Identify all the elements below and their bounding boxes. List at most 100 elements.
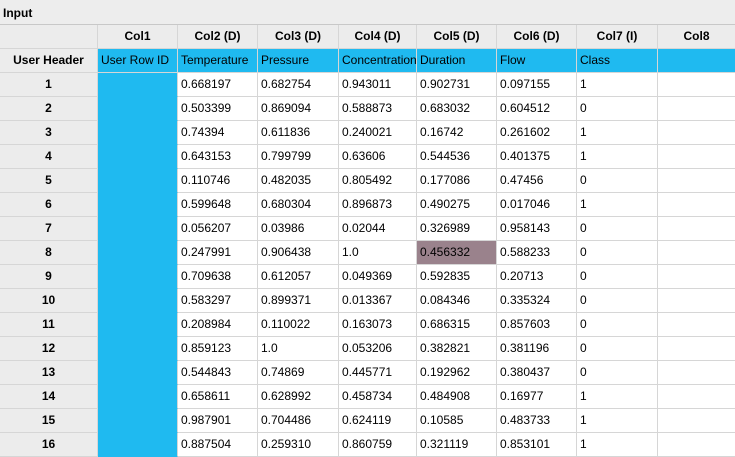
table-cell[interactable]: 0.612057 bbox=[258, 265, 339, 289]
table-cell[interactable]: 0.321119 bbox=[417, 433, 497, 457]
table-cell[interactable] bbox=[98, 265, 178, 289]
user-header-cell[interactable]: Flow bbox=[497, 49, 577, 73]
table-cell[interactable]: 0.110746 bbox=[178, 169, 258, 193]
table-cell[interactable] bbox=[658, 409, 735, 433]
table-cell[interactable]: 0.588233 bbox=[497, 241, 577, 265]
table-cell[interactable]: 0.63606 bbox=[339, 145, 417, 169]
table-cell[interactable]: 0.709638 bbox=[178, 265, 258, 289]
table-cell[interactable]: 0.208984 bbox=[178, 313, 258, 337]
table-cell[interactable]: 0.16977 bbox=[497, 385, 577, 409]
table-cell[interactable] bbox=[98, 409, 178, 433]
table-cell[interactable]: 0.240021 bbox=[339, 121, 417, 145]
row-header[interactable]: 10 bbox=[0, 289, 98, 313]
table-cell[interactable]: 0.192962 bbox=[417, 361, 497, 385]
row-header[interactable]: 7 bbox=[0, 217, 98, 241]
table-cell[interactable]: 1 bbox=[577, 145, 658, 169]
table-cell[interactable]: 0.503399 bbox=[178, 97, 258, 121]
user-header-cell[interactable]: Temperature bbox=[178, 49, 258, 73]
table-cell[interactable]: 0.599648 bbox=[178, 193, 258, 217]
table-cell[interactable] bbox=[658, 433, 735, 457]
table-cell[interactable]: 0.03986 bbox=[258, 217, 339, 241]
row-header[interactable]: 11 bbox=[0, 313, 98, 337]
table-cell[interactable]: 0.583297 bbox=[178, 289, 258, 313]
table-cell[interactable]: 1.0 bbox=[258, 337, 339, 361]
table-cell[interactable]: 0.799799 bbox=[258, 145, 339, 169]
table-cell[interactable] bbox=[658, 145, 735, 169]
user-header-cell[interactable]: User Row ID bbox=[98, 49, 178, 73]
table-cell[interactable] bbox=[658, 217, 735, 241]
row-header[interactable]: 5 bbox=[0, 169, 98, 193]
table-cell[interactable]: 1 bbox=[577, 121, 658, 145]
table-cell[interactable] bbox=[658, 289, 735, 313]
table-cell[interactable] bbox=[98, 145, 178, 169]
table-cell[interactable]: 0.381196 bbox=[497, 337, 577, 361]
table-cell[interactable]: 0.401375 bbox=[497, 145, 577, 169]
table-cell[interactable] bbox=[98, 121, 178, 145]
user-header-cell[interactable]: Class bbox=[577, 49, 658, 73]
table-cell[interactable]: 0.02044 bbox=[339, 217, 417, 241]
table-cell[interactable]: 0.382821 bbox=[417, 337, 497, 361]
table-cell[interactable]: 0.049369 bbox=[339, 265, 417, 289]
table-cell[interactable]: 0.482035 bbox=[258, 169, 339, 193]
table-cell[interactable]: 0.16742 bbox=[417, 121, 497, 145]
table-cell[interactable]: 0.013367 bbox=[339, 289, 417, 313]
table-cell[interactable]: 0.896873 bbox=[339, 193, 417, 217]
table-cell[interactable]: 0 bbox=[577, 289, 658, 313]
table-cell[interactable]: 0.860759 bbox=[339, 433, 417, 457]
table-cell[interactable]: 0.458734 bbox=[339, 385, 417, 409]
table-cell[interactable]: 0.483733 bbox=[497, 409, 577, 433]
table-cell[interactable]: 0.544536 bbox=[417, 145, 497, 169]
table-cell[interactable]: 0.643153 bbox=[178, 145, 258, 169]
row-header[interactable]: 2 bbox=[0, 97, 98, 121]
column-header-col8[interactable]: Col8 bbox=[658, 25, 735, 49]
selected-cell[interactable]: 0.456332 bbox=[417, 241, 497, 265]
table-cell[interactable]: 0.604512 bbox=[497, 97, 577, 121]
table-cell[interactable]: 0.805492 bbox=[339, 169, 417, 193]
row-header[interactable]: 4 bbox=[0, 145, 98, 169]
user-header-label[interactable]: User Header bbox=[0, 49, 98, 73]
table-cell[interactable]: 0 bbox=[577, 337, 658, 361]
table-cell[interactable]: 0 bbox=[577, 361, 658, 385]
table-cell[interactable] bbox=[98, 241, 178, 265]
table-cell[interactable]: 0.74394 bbox=[178, 121, 258, 145]
row-header[interactable]: 13 bbox=[0, 361, 98, 385]
row-header[interactable]: 12 bbox=[0, 337, 98, 361]
table-cell[interactable]: 1 bbox=[577, 433, 658, 457]
table-cell[interactable]: 0.668197 bbox=[178, 73, 258, 97]
table-cell[interactable] bbox=[98, 217, 178, 241]
table-cell[interactable]: 0.326989 bbox=[417, 217, 497, 241]
table-cell[interactable]: 1.0 bbox=[339, 241, 417, 265]
table-cell[interactable]: 0.445771 bbox=[339, 361, 417, 385]
table-cell[interactable]: 0.084346 bbox=[417, 289, 497, 313]
table-cell[interactable]: 0 bbox=[577, 217, 658, 241]
table-cell[interactable]: 0.887504 bbox=[178, 433, 258, 457]
row-header[interactable]: 3 bbox=[0, 121, 98, 145]
table-cell[interactable] bbox=[658, 265, 735, 289]
table-cell[interactable]: 0.853101 bbox=[497, 433, 577, 457]
table-cell[interactable]: 0.869094 bbox=[258, 97, 339, 121]
table-cell[interactable] bbox=[658, 121, 735, 145]
table-cell[interactable]: 0 bbox=[577, 241, 658, 265]
table-cell[interactable] bbox=[98, 193, 178, 217]
table-cell[interactable]: 1 bbox=[577, 409, 658, 433]
table-cell[interactable]: 0.899371 bbox=[258, 289, 339, 313]
row-header[interactable]: 6 bbox=[0, 193, 98, 217]
table-cell[interactable]: 0.686315 bbox=[417, 313, 497, 337]
table-cell[interactable]: 0.47456 bbox=[497, 169, 577, 193]
table-cell[interactable]: 0.177086 bbox=[417, 169, 497, 193]
table-cell[interactable]: 0.658611 bbox=[178, 385, 258, 409]
row-header[interactable]: 14 bbox=[0, 385, 98, 409]
column-header-col1[interactable]: Col1 bbox=[98, 25, 178, 49]
user-header-cell[interactable]: Pressure bbox=[258, 49, 339, 73]
table-cell[interactable]: 0.247991 bbox=[178, 241, 258, 265]
user-header-cell[interactable]: Duration bbox=[417, 49, 497, 73]
table-cell[interactable]: 0.704486 bbox=[258, 409, 339, 433]
table-cell[interactable]: 0.987901 bbox=[178, 409, 258, 433]
table-cell[interactable]: 0.857603 bbox=[497, 313, 577, 337]
table-cell[interactable]: 0.943011 bbox=[339, 73, 417, 97]
table-cell[interactable]: 0.611836 bbox=[258, 121, 339, 145]
table-cell[interactable]: 0.628992 bbox=[258, 385, 339, 409]
table-cell[interactable] bbox=[658, 193, 735, 217]
table-cell[interactable] bbox=[658, 313, 735, 337]
corner-cell[interactable] bbox=[0, 25, 98, 49]
